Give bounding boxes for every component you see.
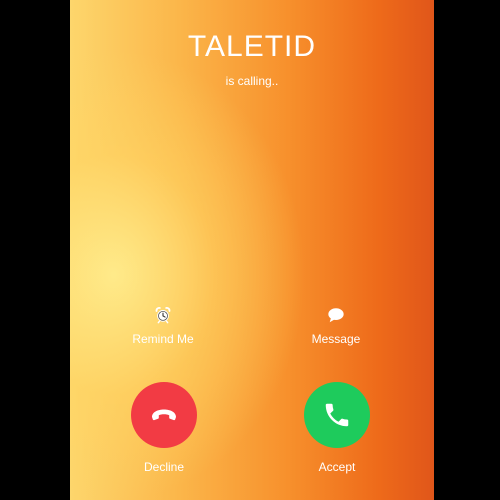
- accept-action: Accept: [287, 382, 387, 474]
- device-frame: TALETID is calling.. Remind Me Message D…: [0, 0, 500, 500]
- accept-button[interactable]: [304, 382, 370, 448]
- speech-bubble-icon: [328, 308, 344, 323]
- phone-icon: [325, 403, 349, 427]
- incoming-call-screen: TALETID is calling.. Remind Me Message D…: [70, 0, 434, 500]
- accept-label: Accept: [318, 460, 356, 474]
- message-label: Message: [311, 332, 361, 346]
- phone-hangup-icon: [152, 409, 176, 421]
- remind-me-label: Remind Me: [132, 332, 194, 346]
- alarm-clock-icon: [155, 307, 171, 324]
- decline-label: Decline: [143, 460, 185, 474]
- caller-name: TALETID: [187, 30, 317, 63]
- remind-me-button[interactable]: Remind Me: [118, 306, 208, 346]
- calling-status: is calling..: [225, 74, 279, 88]
- message-button[interactable]: Message: [291, 306, 381, 346]
- decline-button[interactable]: [131, 382, 197, 448]
- decline-action: Decline: [114, 382, 214, 474]
